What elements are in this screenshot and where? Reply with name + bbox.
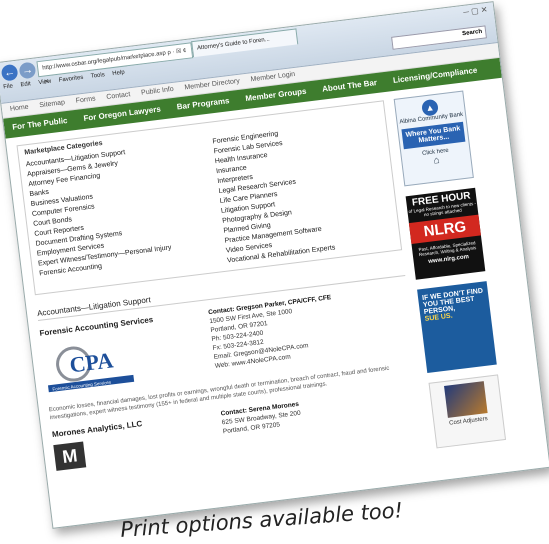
ad-albina-bank[interactable]: ▲ Albina Community Bank Where You Bank M… (393, 90, 474, 187)
contact-block: Contact: Gregson Parker, CPA/CFF, CFE 15… (208, 293, 340, 380)
menu-file[interactable]: File (3, 83, 13, 90)
ad4-image (444, 381, 488, 418)
nav-sitemap[interactable]: Sitemap (39, 99, 65, 109)
nav-member-groups[interactable]: Member Groups (245, 87, 307, 103)
ad-cost-adjusters[interactable]: Cost Adjusters (428, 374, 507, 449)
category-list-left: Accountants—Litigation Support Appraisers… (25, 140, 208, 290)
menu-edit[interactable]: Edit (20, 81, 31, 88)
nav-forms[interactable]: Forms (75, 95, 96, 104)
ad-sue-us[interactable]: IF WE DON'T FIND YOU THE BEST PERSON, SU… (417, 281, 497, 373)
forward-icon[interactable]: → (18, 61, 37, 80)
nav-contact[interactable]: Contact (106, 91, 131, 101)
ad4-text: Cost Adjusters (448, 416, 489, 427)
ad-nlrg[interactable]: FREE HOUR of Legal Research to new clien… (405, 187, 486, 280)
nav-member-login[interactable]: Member Login (250, 71, 295, 83)
nav-bar-programs[interactable]: Bar Programs (176, 96, 230, 111)
content-area: Marketplace Categories Accountants—Litig… (16, 100, 424, 471)
browser-tab[interactable]: Attorney's Guide to Foren... (191, 28, 299, 58)
bank-tagline: Where You Bank Matters... (401, 121, 466, 150)
category-list-right: Forensic Engineering Forensic Lab Service… (212, 117, 395, 267)
page-main: Marketplace Categories Accountants—Litig… (6, 78, 549, 529)
marketplace-panel: Marketplace Categories Accountants—Litig… (16, 100, 403, 296)
nav-about-the-bar[interactable]: About The Bar (322, 78, 378, 94)
logo-text: CPA (68, 347, 114, 377)
menu-tools[interactable]: Tools (91, 72, 106, 80)
nav-home[interactable]: Home (10, 104, 29, 113)
browser-screenshot: ← → http://www.osbar.org/legalpub/market… (0, 1, 549, 529)
back-icon[interactable]: ← (0, 63, 19, 82)
cpa-logo: CPA Forensic Accounting Services (47, 346, 135, 393)
menu-favorites[interactable]: Favorites (59, 75, 84, 84)
nav-public-info[interactable]: Public Info (141, 86, 174, 97)
contact-block-2: Contact: Serena Morones 625 SW Broadway,… (220, 400, 304, 450)
window-controls[interactable]: ─ ▢ ✕ (463, 5, 488, 17)
nlrg-logo: NLRG (408, 214, 481, 244)
menu-view[interactable]: View (38, 79, 52, 87)
address-url: http://www.osbar.org/legalpub/marketplac… (41, 50, 167, 72)
nav-for-the-public[interactable]: For The Public (12, 116, 68, 132)
menu-help[interactable]: Help (112, 70, 125, 77)
morones-logo: M (53, 441, 87, 471)
